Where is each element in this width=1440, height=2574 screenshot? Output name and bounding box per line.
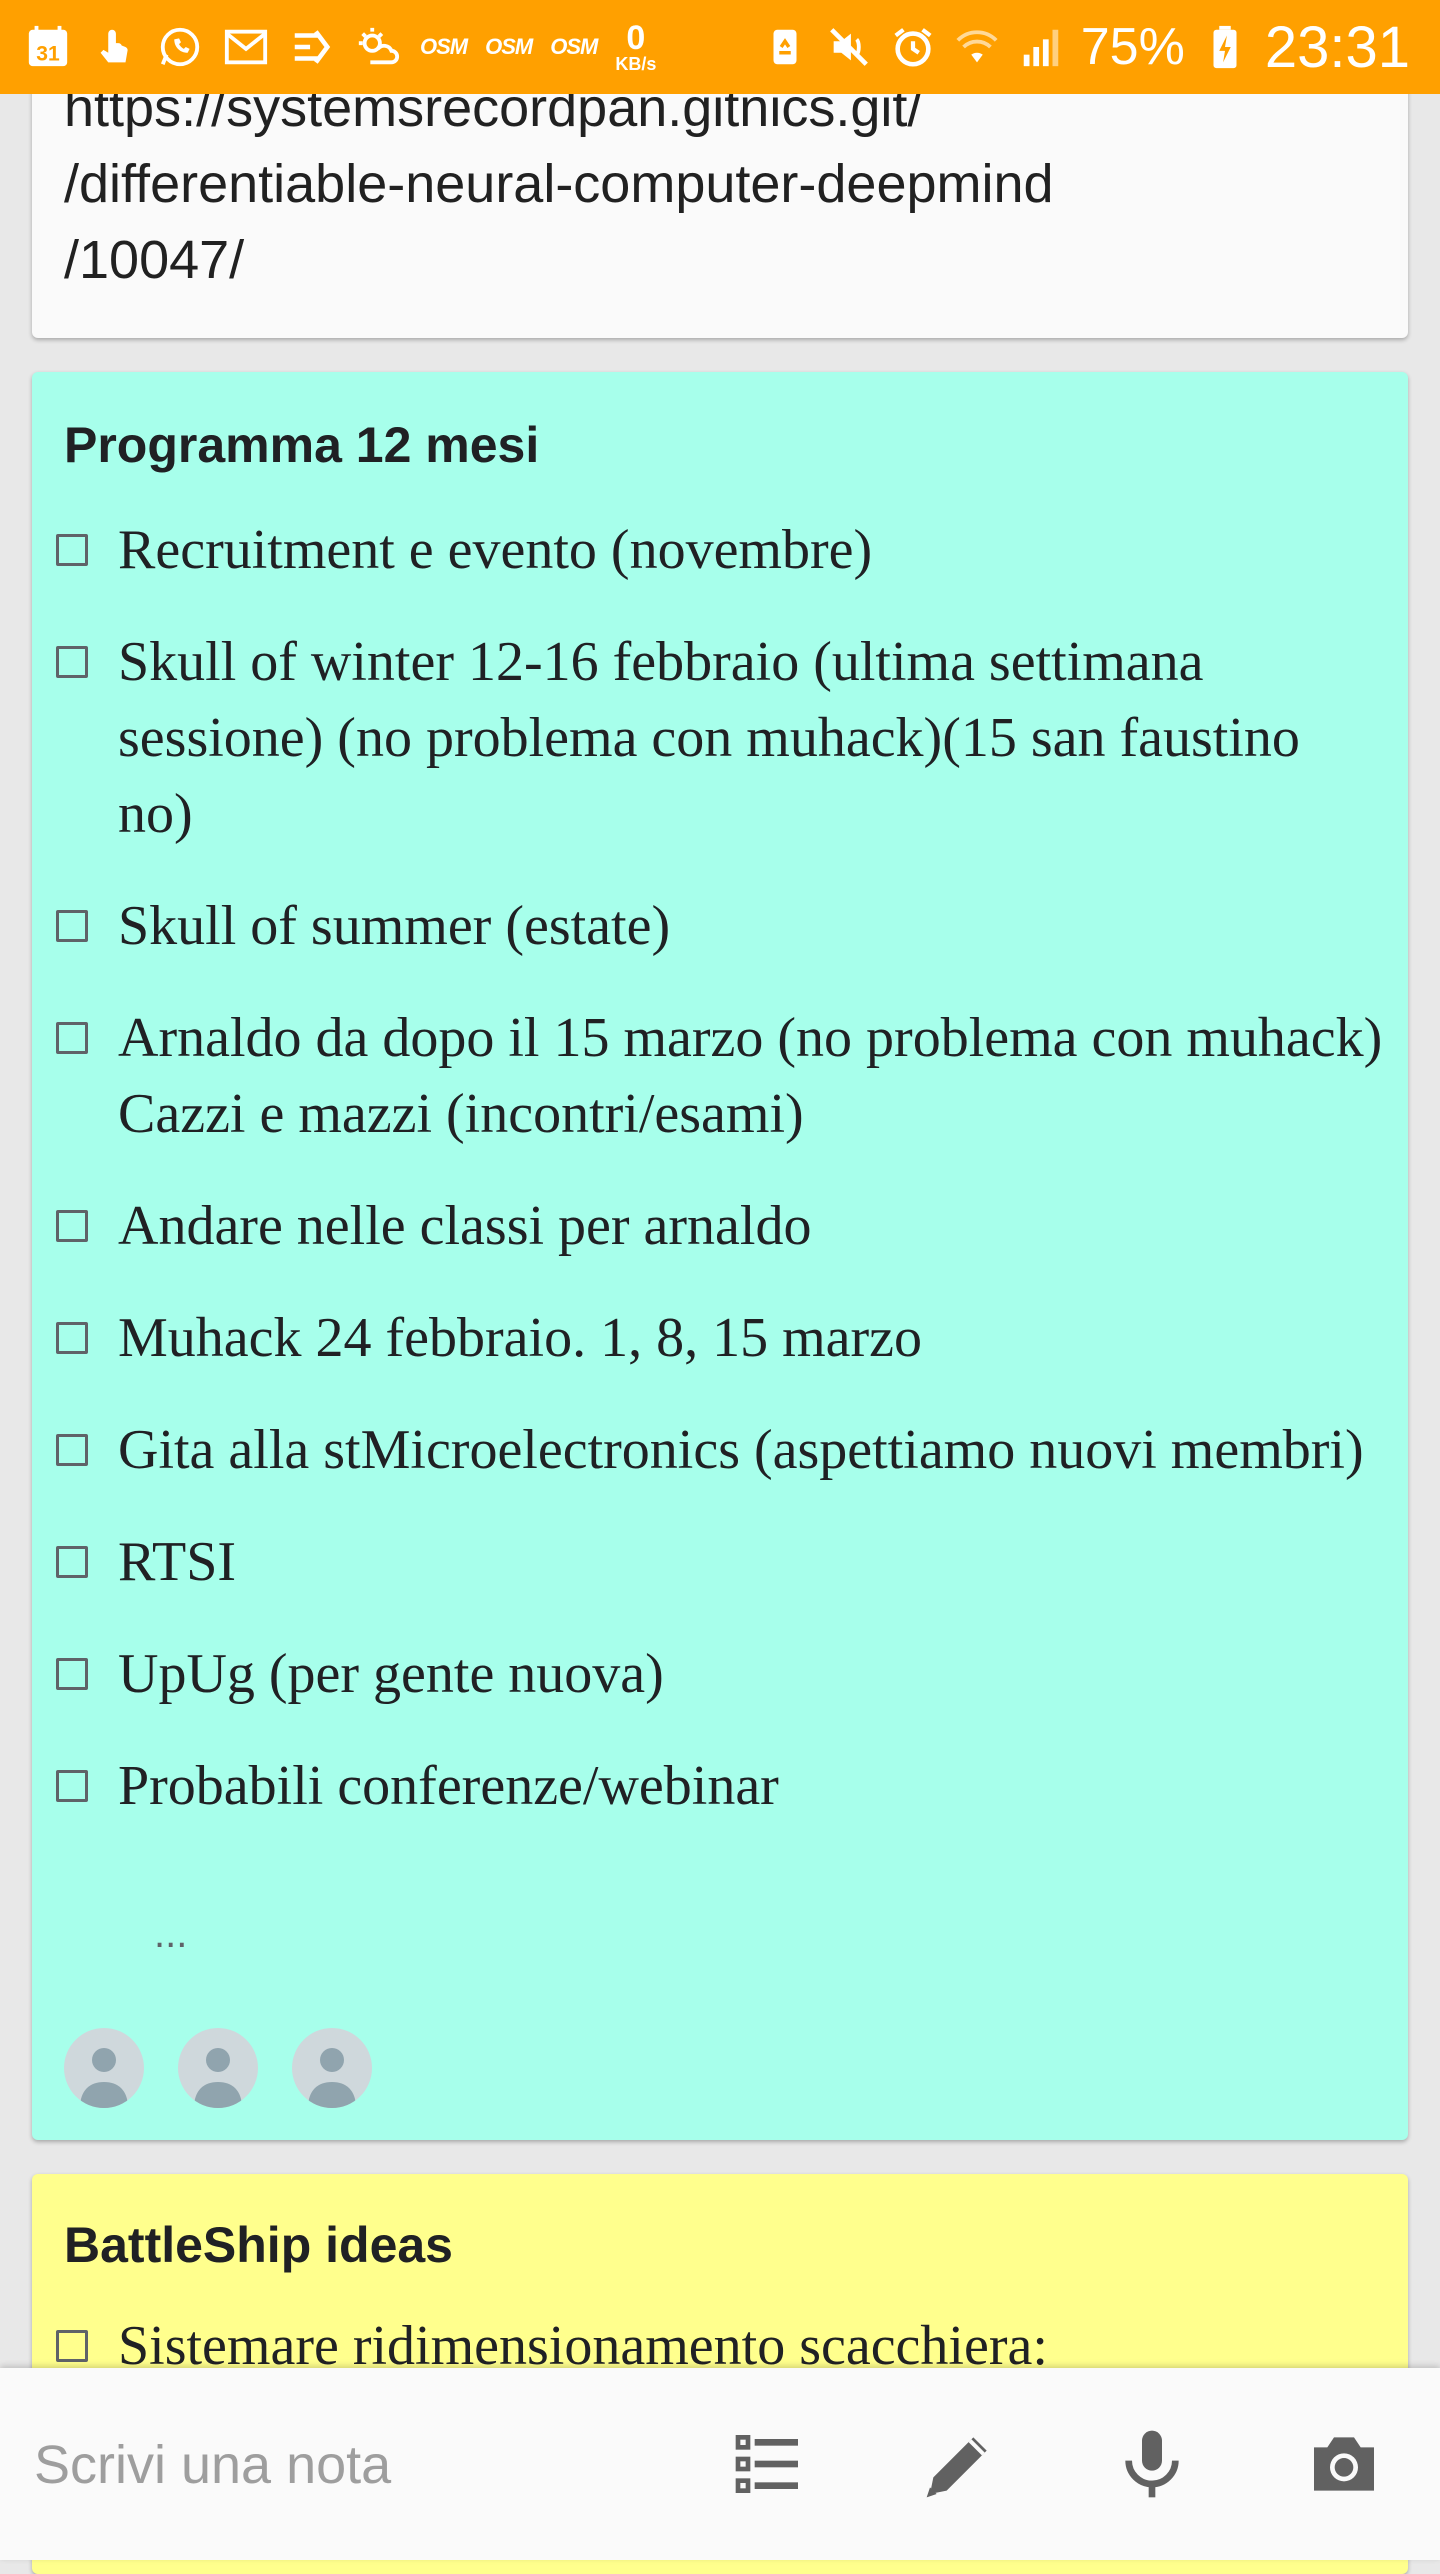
mail-icon [222,23,270,71]
checklist-item-text: Gita alla stMicroelectronics (aspettiamo… [118,1419,1364,1481]
checklist-item-text: Skull of winter 12-16 febbraio (ultima s… [118,631,1300,845]
avatar[interactable] [292,2028,372,2108]
new-drawing-button[interactable] [908,2412,1012,2516]
network-speed-unit: KB/s [615,54,657,74]
checklist-item: Arnaldo da dopo il 15 marzo (no problema… [56,1000,1386,1152]
new-photo-button[interactable] [1292,2412,1396,2516]
checkbox[interactable] [56,1434,88,1466]
collaborators [64,2028,372,2108]
checklist-item: Gita alla stMicroelectronics (aspettiamo… [56,1412,1386,1488]
checklist-item: Skull of winter 12-16 febbraio (ultima s… [56,624,1386,852]
wifi-icon [953,23,1001,71]
new-list-button[interactable] [716,2412,820,2516]
camera-icon [1314,2437,1374,2491]
note-link-text[interactable]: https://systemsrecordpan.gitnics.git/ /d… [64,70,1384,298]
note-card-programma[interactable]: Programma 12 mesi Recruitment e evento (… [32,372,1408,2140]
checklist-item-text: Andare nelle classi per arnaldo [118,1195,812,1257]
network-speed: 0 KB/s [615,21,656,73]
trending-icon [288,23,336,71]
checkbox[interactable] [56,646,88,678]
checklist-item-text: UpUg (per gente nuova) [118,1643,664,1705]
checklist-item: Probabili conferenze/webinar [56,1748,1386,1824]
calendar-icon: 31 [24,23,72,71]
avatar[interactable] [64,2028,144,2108]
checklist-item-text: Arnaldo da dopo il 15 marzo (no problema… [118,1007,1383,1145]
checkbox[interactable] [56,1210,88,1242]
osm-label: OSM [420,34,468,59]
calendar-day: 31 [36,42,60,65]
signal-icon [1017,23,1065,71]
checkbox[interactable] [56,1322,88,1354]
battery-charging-icon [1201,23,1249,71]
note-title: BattleShip ideas [64,2217,453,2273]
osm-label: OSM [550,34,598,59]
mute-icon [825,23,873,71]
mic-icon [1125,2430,1179,2498]
checklist-item-text: RTSI [118,1531,236,1593]
checkbox[interactable] [56,2330,88,2362]
clock: 23:31 [1264,14,1410,80]
alarm-icon [889,23,937,71]
touch-icon [90,23,138,71]
new-audio-button[interactable] [1100,2412,1204,2516]
checklist-item: Andare nelle classi per arnaldo [56,1188,1386,1264]
recycle-icon [761,23,809,71]
checkbox[interactable] [56,1658,88,1690]
pen-icon [926,2437,987,2498]
checklist-item: Muhack 24 febbraio. 1, 8, 15 marzo [56,1300,1386,1376]
checklist-item: Recruitment e evento (novembre) [56,512,1386,588]
checkbox[interactable] [56,534,88,566]
network-speed-value: 0 [626,19,646,57]
checkbox[interactable] [56,1546,88,1578]
checkbox[interactable] [56,1770,88,1802]
checklist-item: UpUg (per gente nuova) [56,1636,1386,1712]
checklist-item-text: Muhack 24 febbraio. 1, 8, 15 marzo [118,1307,922,1369]
checklist-item: Skull of summer (estate) [56,888,1386,964]
take-note-input[interactable] [32,2422,676,2508]
note-title: Programma 12 mesi [64,417,540,473]
whatsapp-icon [156,23,204,71]
osm-label: OSM [485,34,533,59]
avatar[interactable] [178,2028,258,2108]
checkbox[interactable] [56,1022,88,1054]
checkbox[interactable] [56,910,88,942]
battery-percent: 75% [1080,18,1185,76]
status-bar: 31 OSM OSM OSM 0 KB/s 75% 23:31 [0,0,1440,94]
weather-icon [354,23,402,71]
checklist-item-text: Probabili conferenze/webinar [118,1755,779,1817]
checklist: Recruitment e evento (novembre) Skull of… [56,512,1386,1860]
checklist-item: RTSI [56,1524,1386,1600]
checklist-item-text: Skull of summer (estate) [118,895,671,957]
list-icon [735,2435,798,2493]
checklist-item-text: Recruitment e evento (novembre) [118,519,873,581]
more-items-indicator: ... [154,1912,188,1956]
bottom-bar [0,2368,1440,2560]
